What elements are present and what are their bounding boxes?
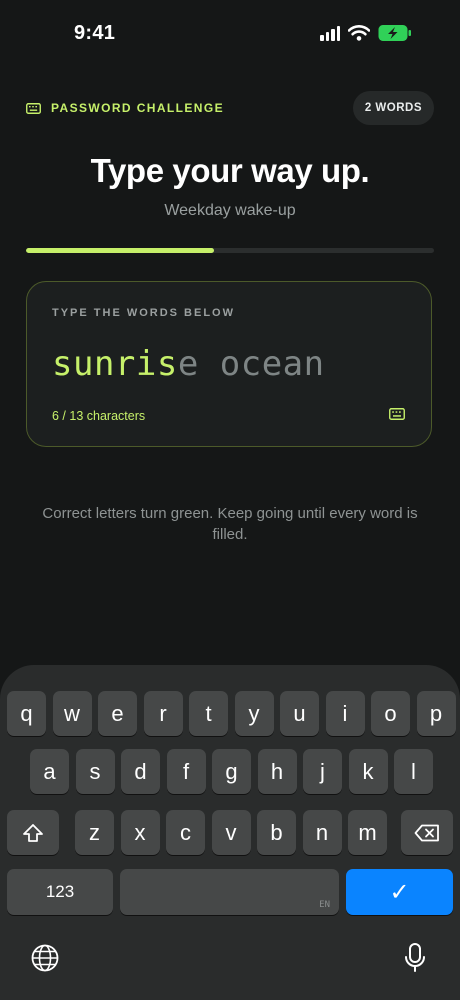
- key-g[interactable]: g: [212, 749, 251, 794]
- signal-icon: [320, 25, 340, 41]
- challenge-card[interactable]: TYPE THE WORDS BELOW sunrise ocean 6 / 1…: [26, 281, 432, 447]
- typed-remaining-text: e ocean: [177, 344, 325, 384]
- space-language-label: EN: [319, 900, 330, 910]
- key-b[interactable]: b: [257, 810, 296, 855]
- key-s[interactable]: s: [75, 749, 115, 794]
- key-d[interactable]: d: [121, 749, 160, 794]
- key-u[interactable]: u: [280, 691, 319, 736]
- key-y[interactable]: y: [234, 691, 274, 736]
- microphone-icon[interactable]: [398, 941, 432, 975]
- key-f[interactable]: f: [166, 749, 206, 794]
- key-k[interactable]: k: [348, 749, 388, 794]
- wifi-icon: [348, 25, 370, 41]
- battery-charging-icon: [378, 25, 411, 41]
- key-n[interactable]: n: [302, 810, 342, 855]
- key-a[interactable]: a: [30, 749, 69, 794]
- progress-fill: [26, 248, 214, 253]
- key-w[interactable]: w: [52, 691, 92, 736]
- numbers-key[interactable]: 123: [7, 869, 113, 915]
- status-bar: 9:41: [0, 0, 460, 64]
- page-title: Type your way up.: [90, 152, 370, 189]
- shift-icon: [23, 823, 43, 842]
- key-r[interactable]: r: [143, 691, 183, 736]
- key-t[interactable]: t: [189, 691, 228, 736]
- card-label: TYPE THE WORDS BELOW: [52, 307, 235, 319]
- key-z[interactable]: z: [75, 810, 114, 855]
- keyboard-icon: [389, 408, 405, 420]
- status-icons: [320, 24, 412, 42]
- key-h[interactable]: h: [257, 749, 297, 794]
- challenge-label-text: PASSWORD CHALLENGE: [51, 101, 224, 115]
- key-x[interactable]: x: [120, 810, 160, 855]
- progress-bar: [26, 248, 434, 253]
- key-o[interactable]: o: [371, 691, 410, 736]
- keyboard: 123 EN ✓ qwertyuiop asdfghjkl zxcvbnm: [0, 665, 460, 1000]
- key-i[interactable]: i: [325, 691, 365, 736]
- word-count-badge: 2 WORDS: [352, 91, 434, 125]
- page-subtitle: Weekday wake-up: [164, 202, 296, 219]
- delete-icon: [414, 824, 439, 841]
- key-q[interactable]: q: [7, 691, 46, 736]
- space-key[interactable]: EN: [120, 869, 339, 915]
- challenge-label: PASSWORD CHALLENGE: [26, 101, 224, 115]
- hint-text: Correct letters turn green. Keep going u…: [42, 505, 418, 543]
- key-l[interactable]: l: [394, 749, 433, 794]
- key-p[interactable]: p: [416, 691, 456, 736]
- return-key[interactable]: ✓: [346, 869, 453, 915]
- shift-key[interactable]: [7, 810, 59, 855]
- key-c[interactable]: c: [166, 810, 205, 855]
- key-v[interactable]: v: [211, 810, 251, 855]
- key-j[interactable]: j: [303, 749, 342, 794]
- header-row: PASSWORD CHALLENGE 2 WORDS: [26, 90, 434, 126]
- globe-icon[interactable]: [26, 943, 64, 973]
- delete-key[interactable]: [401, 810, 453, 855]
- status-time: 9:41: [74, 22, 116, 44]
- key-e[interactable]: e: [98, 691, 137, 736]
- typed-correct-text: sunris: [52, 344, 178, 384]
- character-count: 6 / 13 characters: [52, 409, 146, 423]
- key-m[interactable]: m: [348, 810, 387, 855]
- typed-words: sunrise ocean: [52, 344, 325, 384]
- keyboard-icon: [26, 102, 41, 114]
